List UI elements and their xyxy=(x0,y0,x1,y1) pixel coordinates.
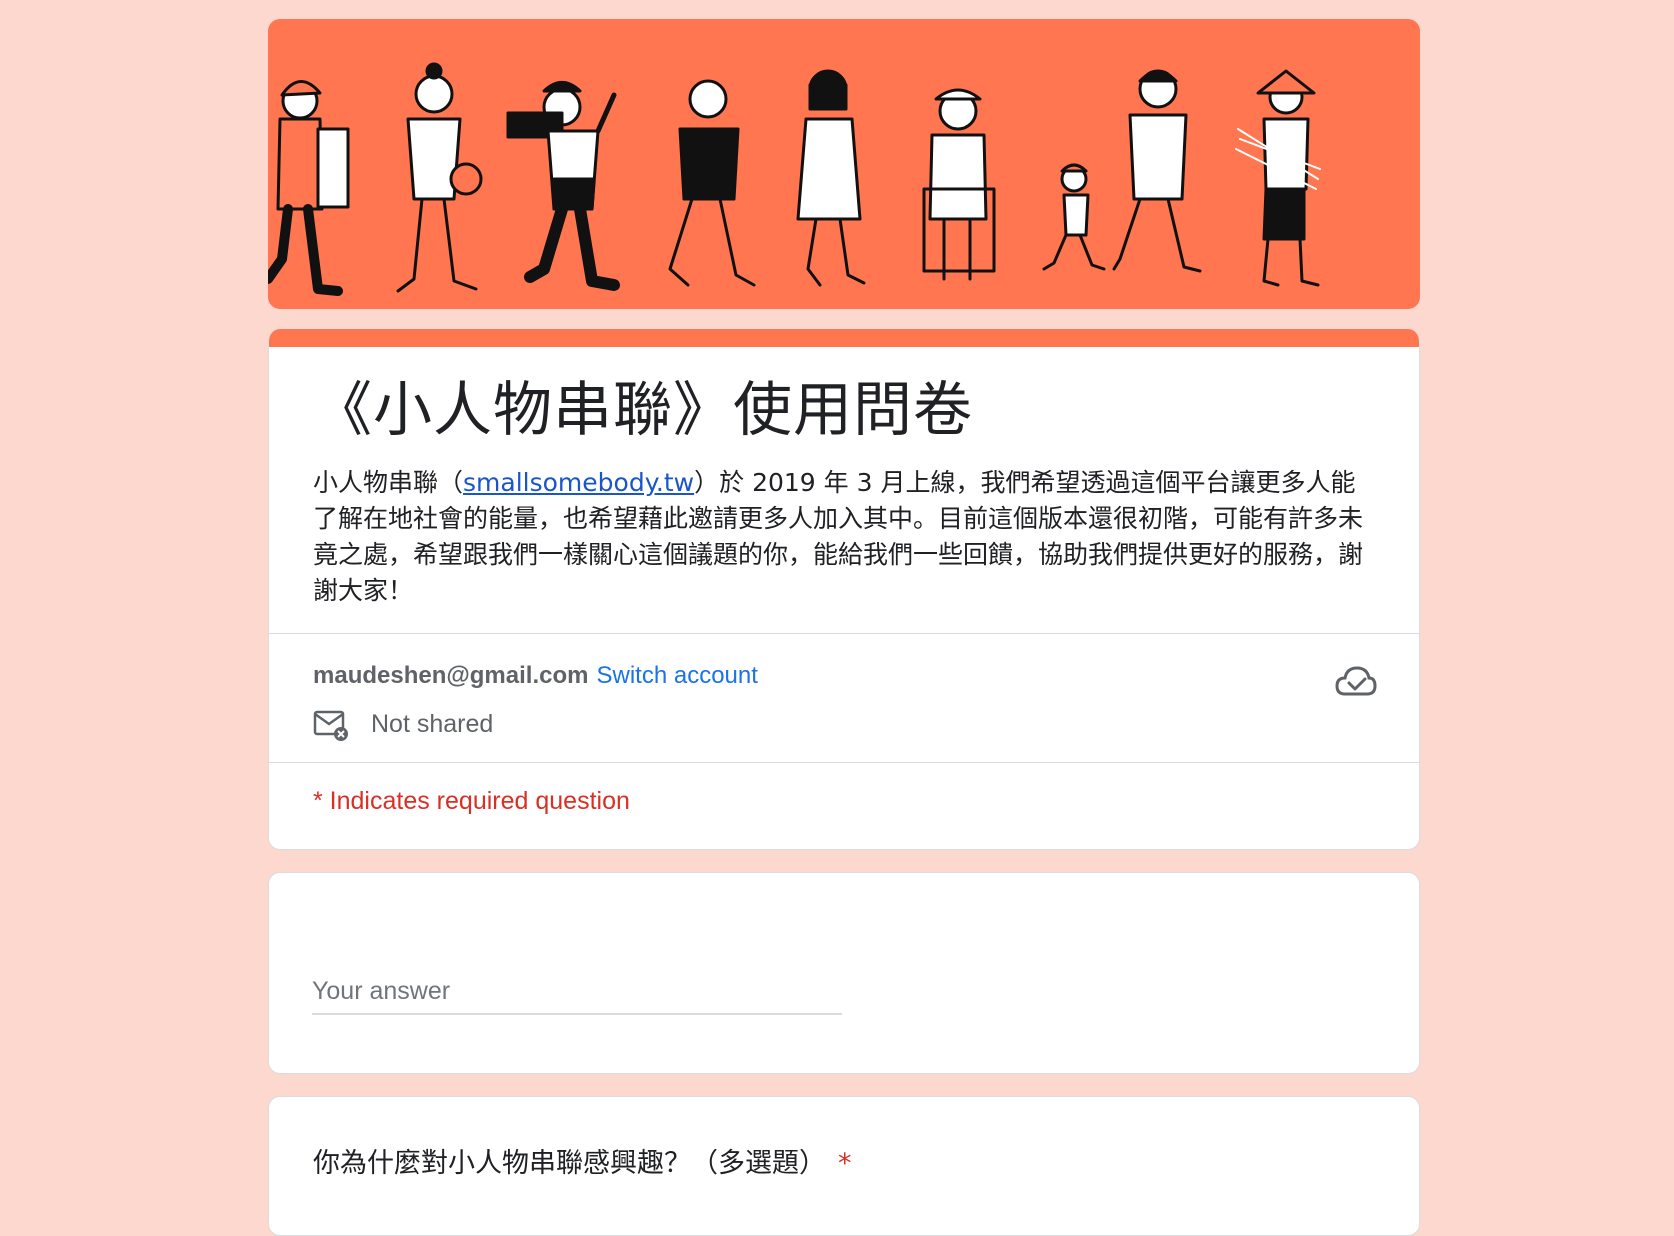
question-card xyxy=(268,872,1420,1074)
question-text: 你為什麼對小人物串聯感興趣？（多選題） xyxy=(313,1148,826,1179)
figure-elderly-woman xyxy=(922,88,996,281)
website-link[interactable]: smallsomebody.tw xyxy=(463,468,694,497)
switch-account-link[interactable]: Switch account xyxy=(596,662,757,689)
header-banner xyxy=(268,19,1420,309)
form-container: 《小人物串聯》使用問卷 小人物串聯（smallsomebody.tw）於 201… xyxy=(268,19,1420,1236)
description-prefix: 小人物串聯（ xyxy=(313,468,464,497)
account-section: maudeshen@gmail.com Switch account Not sh… xyxy=(269,634,1419,762)
figure-delivery-person xyxy=(268,80,350,296)
people-illustration xyxy=(268,62,1321,296)
figure-farmer xyxy=(1235,69,1321,287)
figure-old-man xyxy=(668,79,756,287)
form-title: 《小人物串聯》使用問卷 xyxy=(313,375,974,444)
not-shared-label: Not shared xyxy=(371,709,494,738)
account-email: maudeshen@gmail.com xyxy=(313,662,589,689)
question-title: 你為什麼對小人物串聯感興趣？（多選題） * xyxy=(313,1141,852,1180)
not-shared-status: Not shared xyxy=(313,706,493,742)
figure-doctor xyxy=(796,69,866,287)
figure-student xyxy=(396,62,483,293)
required-note: * Indicates required question xyxy=(269,763,1419,849)
accent-bar xyxy=(269,329,1419,347)
mail-not-shared-icon xyxy=(313,710,348,741)
answer-input[interactable] xyxy=(312,969,842,1015)
form-header-card: 《小人物串聯》使用問卷 小人物串聯（smallsomebody.tw）於 201… xyxy=(268,329,1420,850)
figure-father xyxy=(1112,69,1202,273)
figure-mover xyxy=(506,81,620,291)
figure-child xyxy=(1042,163,1106,271)
required-asterisk: * xyxy=(838,1148,852,1179)
required-note-text: * Indicates required question xyxy=(313,787,630,815)
account-info: maudeshen@gmail.com Switch account xyxy=(313,662,758,690)
cloud-saved-icon xyxy=(1335,666,1377,696)
form-description: 小人物串聯（smallsomebody.tw）於 2019 年 3 月上線，我們… xyxy=(313,465,1375,609)
question-card: 你為什麼對小人物串聯感興趣？（多選題） * xyxy=(268,1096,1420,1236)
